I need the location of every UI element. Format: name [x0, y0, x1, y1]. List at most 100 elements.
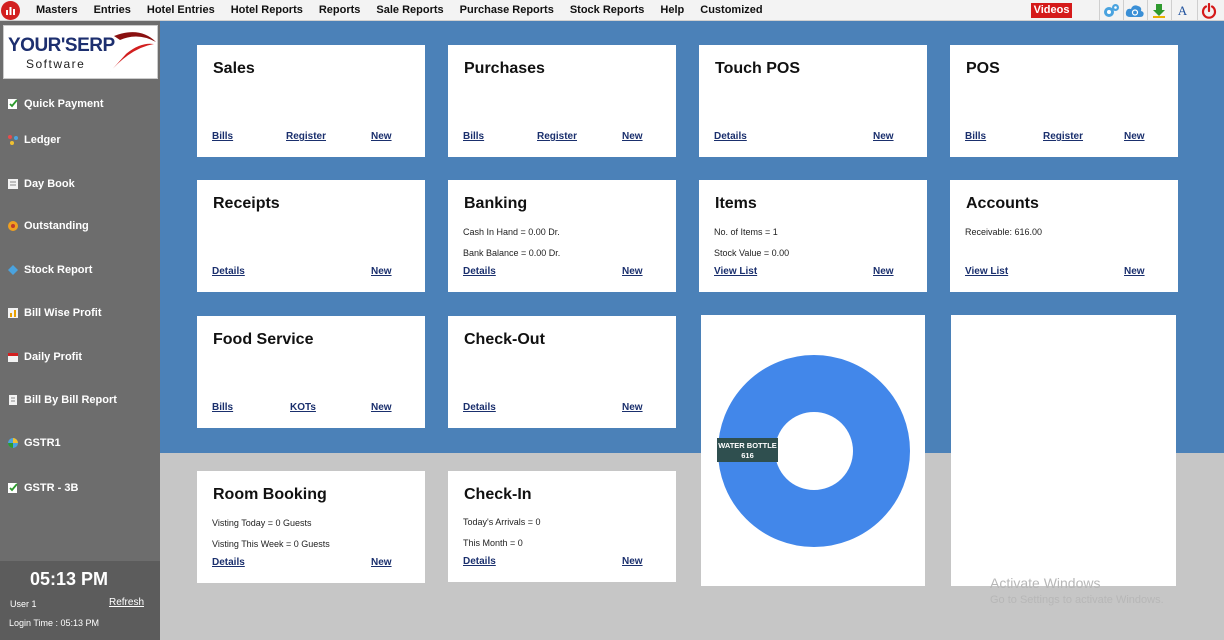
this-month-arrivals: This Month = 0: [463, 538, 523, 548]
check-in-details-link[interactable]: Details: [463, 556, 496, 567]
sidebar-item-gstr-3b[interactable]: GSTR - 3B: [0, 476, 160, 500]
data-label-value: 616: [741, 451, 754, 460]
menu-hotel-entries[interactable]: Hotel Entries: [139, 0, 223, 21]
data-label-category: WATER BOTTLE: [718, 441, 777, 450]
items-view-list-link[interactable]: View List: [714, 266, 757, 277]
card-food-service: Food Service Bills KOTs New: [197, 316, 425, 428]
sidebar-item-label: Bill By Bill Report: [24, 394, 117, 406]
card-title: Receipts: [213, 195, 280, 212]
card-title: Touch POS: [715, 60, 801, 77]
receipts-new-link[interactable]: New: [371, 266, 392, 277]
sidebar-item-label: Ledger: [24, 134, 61, 146]
sidebar-item-daily-profit[interactable]: Daily Profit: [0, 345, 160, 369]
settings-gears-icon[interactable]: [1099, 0, 1121, 21]
items-new-link[interactable]: New: [873, 266, 894, 277]
card-title: Room Booking: [213, 486, 327, 503]
sidebar-item-gstr1[interactable]: GSTR1: [0, 431, 160, 455]
cloud-sync-icon[interactable]: [1123, 0, 1145, 21]
check-out-details-link[interactable]: Details: [463, 402, 496, 413]
menu-hotel-reports[interactable]: Hotel Reports: [223, 0, 311, 21]
quick-payment-icon: [8, 99, 18, 109]
menu-sale-reports[interactable]: Sale Reports: [368, 0, 451, 21]
card-title: POS: [966, 60, 1000, 77]
receipts-details-link[interactable]: Details: [212, 266, 245, 277]
ledger-icon: [8, 135, 18, 145]
room-booking-details-link[interactable]: Details: [212, 557, 245, 568]
room-booking-new-link[interactable]: New: [371, 557, 392, 568]
pos-bills-link[interactable]: Bills: [965, 131, 986, 142]
menu-stock-reports[interactable]: Stock Reports: [562, 0, 653, 21]
sales-bills-link[interactable]: Bills: [212, 131, 233, 142]
check-in-new-link[interactable]: New: [622, 556, 643, 567]
menu-purchase-reports[interactable]: Purchase Reports: [452, 0, 562, 21]
activate-windows-hint: Go to Settings to activate Windows.: [990, 594, 1164, 606]
donut-data-label: WATER BOTTLE616: [717, 438, 778, 462]
power-icon[interactable]: [1197, 0, 1219, 21]
videos-button[interactable]: Videos: [1031, 3, 1072, 18]
day-book-icon: [8, 179, 18, 189]
stock-value: Stock Value = 0.00: [714, 248, 790, 258]
food-service-new-link[interactable]: New: [371, 402, 392, 413]
sidebar-item-label: Day Book: [24, 178, 75, 190]
purchases-bills-link[interactable]: Bills: [463, 131, 484, 142]
sidebar-item-ledger[interactable]: Ledger: [0, 128, 160, 152]
sidebar-item-label: Bill Wise Profit: [24, 307, 102, 319]
card-touch-pos: Touch POS Details New: [699, 45, 927, 157]
daily-profit-icon: [8, 353, 18, 362]
sidebar-item-outstanding[interactable]: Outstanding: [0, 214, 160, 238]
menu-masters[interactable]: Masters: [28, 0, 86, 21]
sidebar-item-quick-payment[interactable]: Quick Payment: [0, 92, 160, 116]
pos-register-link[interactable]: Register: [1043, 131, 1083, 142]
touch-pos-details-link[interactable]: Details: [714, 131, 747, 142]
food-service-bills-link[interactable]: Bills: [212, 402, 233, 413]
banking-new-link[interactable]: New: [622, 266, 643, 277]
banking-details-link[interactable]: Details: [463, 266, 496, 277]
sidebar-item-label: Stock Report: [24, 264, 93, 276]
accounts-view-list-link[interactable]: View List: [965, 266, 1008, 277]
purchases-new-link[interactable]: New: [622, 131, 643, 142]
refresh-link[interactable]: Refresh: [109, 597, 144, 608]
card-accounts: Accounts Receivable: 616.00 View List Ne…: [950, 180, 1178, 292]
accounts-new-link[interactable]: New: [1124, 266, 1145, 277]
touch-pos-new-link[interactable]: New: [873, 131, 894, 142]
sidebar-item-label: Quick Payment: [24, 98, 104, 110]
card-title: Banking: [464, 195, 528, 212]
sidebar-item-bill-wise-profit[interactable]: Bill Wise Profit: [0, 301, 160, 325]
gstr3b-icon: [8, 483, 18, 493]
menu-reports[interactable]: Reports: [311, 0, 369, 21]
cash-in-hand: Cash In Hand = 0.00 Dr.: [463, 227, 560, 237]
menu-customized[interactable]: Customized: [692, 0, 770, 21]
sidebar-item-bill-by-bill-report[interactable]: Bill By Bill Report: [0, 388, 160, 412]
company-logo: YOUR'SERP Software: [3, 25, 158, 79]
sidebar-item-day-book[interactable]: Day Book: [0, 172, 160, 196]
menubar: Masters Entries Hotel Entries Hotel Repo…: [0, 0, 1224, 21]
todays-arrivals: Today's Arrivals = 0: [463, 517, 541, 527]
sidebar-item-stock-report[interactable]: Stock Report: [0, 258, 160, 282]
card-title: Check-In: [464, 486, 532, 503]
menu-help[interactable]: Help: [652, 0, 692, 21]
card-pos: POS Bills Register New: [950, 45, 1178, 157]
sidebar-item-label: Daily Profit: [24, 351, 83, 363]
pos-new-link[interactable]: New: [1124, 131, 1145, 142]
app-logo-icon[interactable]: [1, 1, 20, 20]
activate-windows-watermark: Activate Windows: [990, 575, 1101, 591]
download-icon[interactable]: [1147, 0, 1169, 21]
sales-register-link[interactable]: Register: [286, 131, 326, 142]
sales-new-link[interactable]: New: [371, 131, 392, 142]
food-service-kots-link[interactable]: KOTs: [290, 402, 316, 413]
card-room-booking: Room Booking Visting Today = 0 Guests Vi…: [197, 471, 425, 583]
session-panel: 05:13 PM User 1 Refresh Login Time : 05:…: [0, 561, 160, 640]
items-count: No. of Items = 1: [714, 227, 778, 237]
font-icon[interactable]: A: [1171, 0, 1193, 21]
check-out-new-link[interactable]: New: [622, 402, 643, 413]
main-menu: Masters Entries Hotel Entries Hotel Repo…: [28, 0, 771, 21]
donut-chart: WATER BOTTLE616: [717, 355, 910, 547]
logo-swoosh-icon: [108, 32, 156, 74]
purchases-register-link[interactable]: Register: [537, 131, 577, 142]
sidebar: YOUR'SERP Software Quick Payment Ledger …: [0, 21, 160, 640]
current-user: User 1: [10, 599, 37, 609]
sidebar-item-label: GSTR1: [24, 437, 61, 449]
card-title: Sales: [213, 60, 255, 77]
menu-entries[interactable]: Entries: [86, 0, 139, 21]
card-check-in: Check-In Today's Arrivals = 0 This Month…: [448, 471, 676, 582]
